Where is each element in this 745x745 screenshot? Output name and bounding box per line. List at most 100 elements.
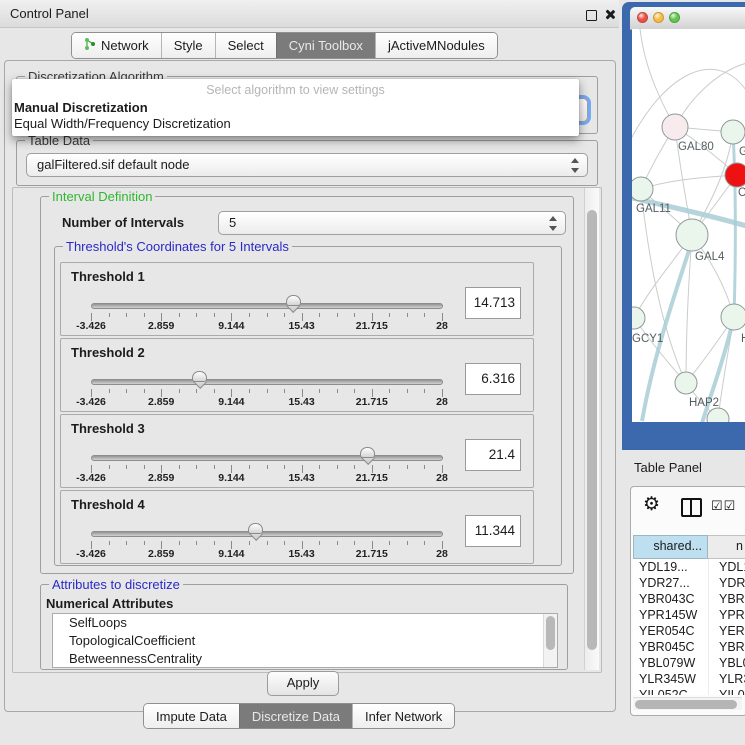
table-row[interactable]: YIL052CYIL0 [633, 687, 745, 695]
cell-name[interactable]: YIL0 [708, 687, 745, 695]
slider-thumb[interactable] [248, 523, 263, 541]
tab-discretize-data[interactable]: Discretize Data [239, 704, 352, 728]
threshold-value-field[interactable]: 21.4 [465, 439, 521, 471]
network-edge[interactable] [675, 63, 745, 127]
cell-name[interactable]: YBR0 [708, 591, 745, 607]
list-scrollbar[interactable] [543, 614, 557, 667]
minimize-traffic-light-icon[interactable] [653, 12, 664, 23]
slider-thumb[interactable] [192, 371, 207, 389]
network-canvas[interactable]: GAL80GACGAL11GAL4GCY1HHAP2 [632, 29, 745, 422]
network-node-gal80[interactable] [662, 114, 688, 140]
slider-track[interactable] [91, 303, 443, 309]
checkbox-columns-icon[interactable]: ☑☑ [711, 498, 736, 514]
close-icon[interactable] [603, 8, 616, 21]
cell-name[interactable]: YDR2 [708, 575, 745, 591]
list-item[interactable]: SelfLoops [53, 614, 557, 632]
float-window-icon[interactable] [586, 10, 597, 21]
column-header-name[interactable]: n [708, 535, 745, 559]
cell-shared-name[interactable]: YBL079W [633, 655, 708, 671]
network-node-gal4[interactable] [676, 219, 708, 251]
list-scrollbar-thumb[interactable] [546, 616, 555, 650]
tab-style[interactable]: Style [161, 33, 215, 58]
network-window-titlebar[interactable] [630, 7, 745, 30]
number-of-intervals-combo[interactable]: 5 [218, 211, 566, 235]
horizontal-scrollbar-thumb[interactable] [635, 700, 737, 709]
tick-label: 15.43 [288, 472, 314, 484]
threshold-value-field[interactable]: 6.316 [465, 363, 521, 395]
apply-button[interactable]: Apply [267, 671, 339, 696]
slider-track[interactable] [91, 455, 443, 461]
cell-name[interactable]: YDL1 [708, 559, 745, 575]
cell-name[interactable]: YER0 [708, 623, 745, 639]
slider-thumb[interactable] [360, 447, 375, 465]
vertical-scrollbar[interactable] [584, 188, 599, 670]
close-traffic-light-icon[interactable] [637, 12, 648, 23]
network-node-hap2[interactable] [675, 372, 697, 394]
slider-tick-labels: -3.4262.8599.14415.4321.71528 [91, 548, 442, 560]
tick-mark [354, 541, 355, 545]
cell-name[interactable]: YBL0 [708, 655, 745, 671]
tick-label: -3.426 [76, 472, 106, 484]
tick-mark [214, 541, 215, 545]
cell-shared-name[interactable]: YBR045C [633, 639, 708, 655]
slider-thumb[interactable] [286, 295, 301, 313]
network-node[interactable] [707, 408, 729, 422]
algorithm-option-manual-discretization[interactable]: Manual Discretization [12, 100, 579, 116]
cell-shared-name[interactable]: YDR27... [633, 575, 708, 591]
table-data-combo[interactable]: galFiltered.sif default node [26, 153, 588, 177]
table-row[interactable]: YDR27...YDR2 [633, 575, 745, 591]
table-row[interactable]: YBR043CYBR0 [633, 591, 745, 607]
split-columns-icon[interactable] [681, 498, 702, 517]
threshold-value-field[interactable]: 14.713 [465, 287, 521, 319]
network-node-h[interactable] [721, 304, 745, 330]
tick-mark [109, 541, 110, 545]
tick-label: 28 [436, 548, 448, 560]
network-node-gcy1[interactable] [632, 307, 645, 329]
cell-name[interactable]: YBR0 [708, 639, 745, 655]
algorithm-option-equal-width-frequency-discretization[interactable]: Equal Width/Frequency Discretization [12, 116, 579, 132]
tab-impute-data[interactable]: Impute Data [144, 704, 239, 728]
list-item[interactable]: TopologicalCoefficient [53, 632, 557, 650]
numerical-attributes-list[interactable]: SelfLoopsTopologicalCoefficientBetweenne… [52, 613, 558, 668]
table-row[interactable]: YER054CYER0 [633, 623, 745, 639]
threshold-label: Threshold 1 [71, 269, 145, 284]
tab-infer-network[interactable]: Infer Network [352, 704, 454, 728]
tab-select[interactable]: Select [215, 33, 276, 58]
zoom-traffic-light-icon[interactable] [669, 12, 680, 23]
slider-track[interactable] [91, 379, 443, 385]
cell-name[interactable]: YLR3 [708, 671, 745, 687]
table-row[interactable]: YLR345WYLR3 [633, 671, 745, 687]
table-row[interactable]: YBR045CYBR0 [633, 639, 745, 655]
tick-mark [249, 313, 250, 317]
tick-mark [284, 465, 285, 469]
cell-shared-name[interactable]: YDL19... [633, 559, 708, 575]
cell-shared-name[interactable]: YPR145W [633, 607, 708, 623]
gear-icon[interactable]: ⚙ [643, 493, 660, 516]
network-node-ga[interactable] [721, 120, 745, 144]
cell-shared-name[interactable]: YIL052C [633, 687, 708, 695]
network-node-gal11[interactable] [632, 177, 653, 201]
table-rows: YDL19...YDL1YDR27...YDR2YBR043CYBR0YPR14… [633, 559, 745, 695]
cell-name[interactable]: YPR1 [708, 607, 745, 623]
network-edge[interactable] [641, 175, 737, 189]
tab-jactivemnodules[interactable]: jActiveMNodules [375, 33, 497, 58]
network-edge[interactable] [640, 29, 675, 127]
panel-title: Control Panel [10, 6, 89, 21]
column-header-shared[interactable]: shared... [633, 535, 708, 559]
table-row[interactable]: YPR145WYPR1 [633, 607, 745, 623]
cell-shared-name[interactable]: YLR345W [633, 671, 708, 687]
list-item[interactable]: BetweennessCentrality [53, 650, 557, 668]
network-node-c[interactable] [725, 163, 745, 187]
tick-label: 2.859 [148, 472, 174, 484]
tick-mark [179, 465, 180, 469]
horizontal-scrollbar[interactable] [633, 697, 742, 710]
tab-cyni-toolbox[interactable]: Cyni Toolbox [276, 33, 375, 58]
vertical-scrollbar-thumb[interactable] [587, 210, 597, 650]
slider-track[interactable] [91, 531, 443, 537]
table-row[interactable]: YDL19...YDL1 [633, 559, 745, 575]
tab-network[interactable]: Network [72, 33, 161, 58]
cell-shared-name[interactable]: YBR043C [633, 591, 708, 607]
cell-shared-name[interactable]: YER054C [633, 623, 708, 639]
threshold-value-field[interactable]: 11.344 [465, 515, 521, 547]
table-row[interactable]: YBL079WYBL0 [633, 655, 745, 671]
